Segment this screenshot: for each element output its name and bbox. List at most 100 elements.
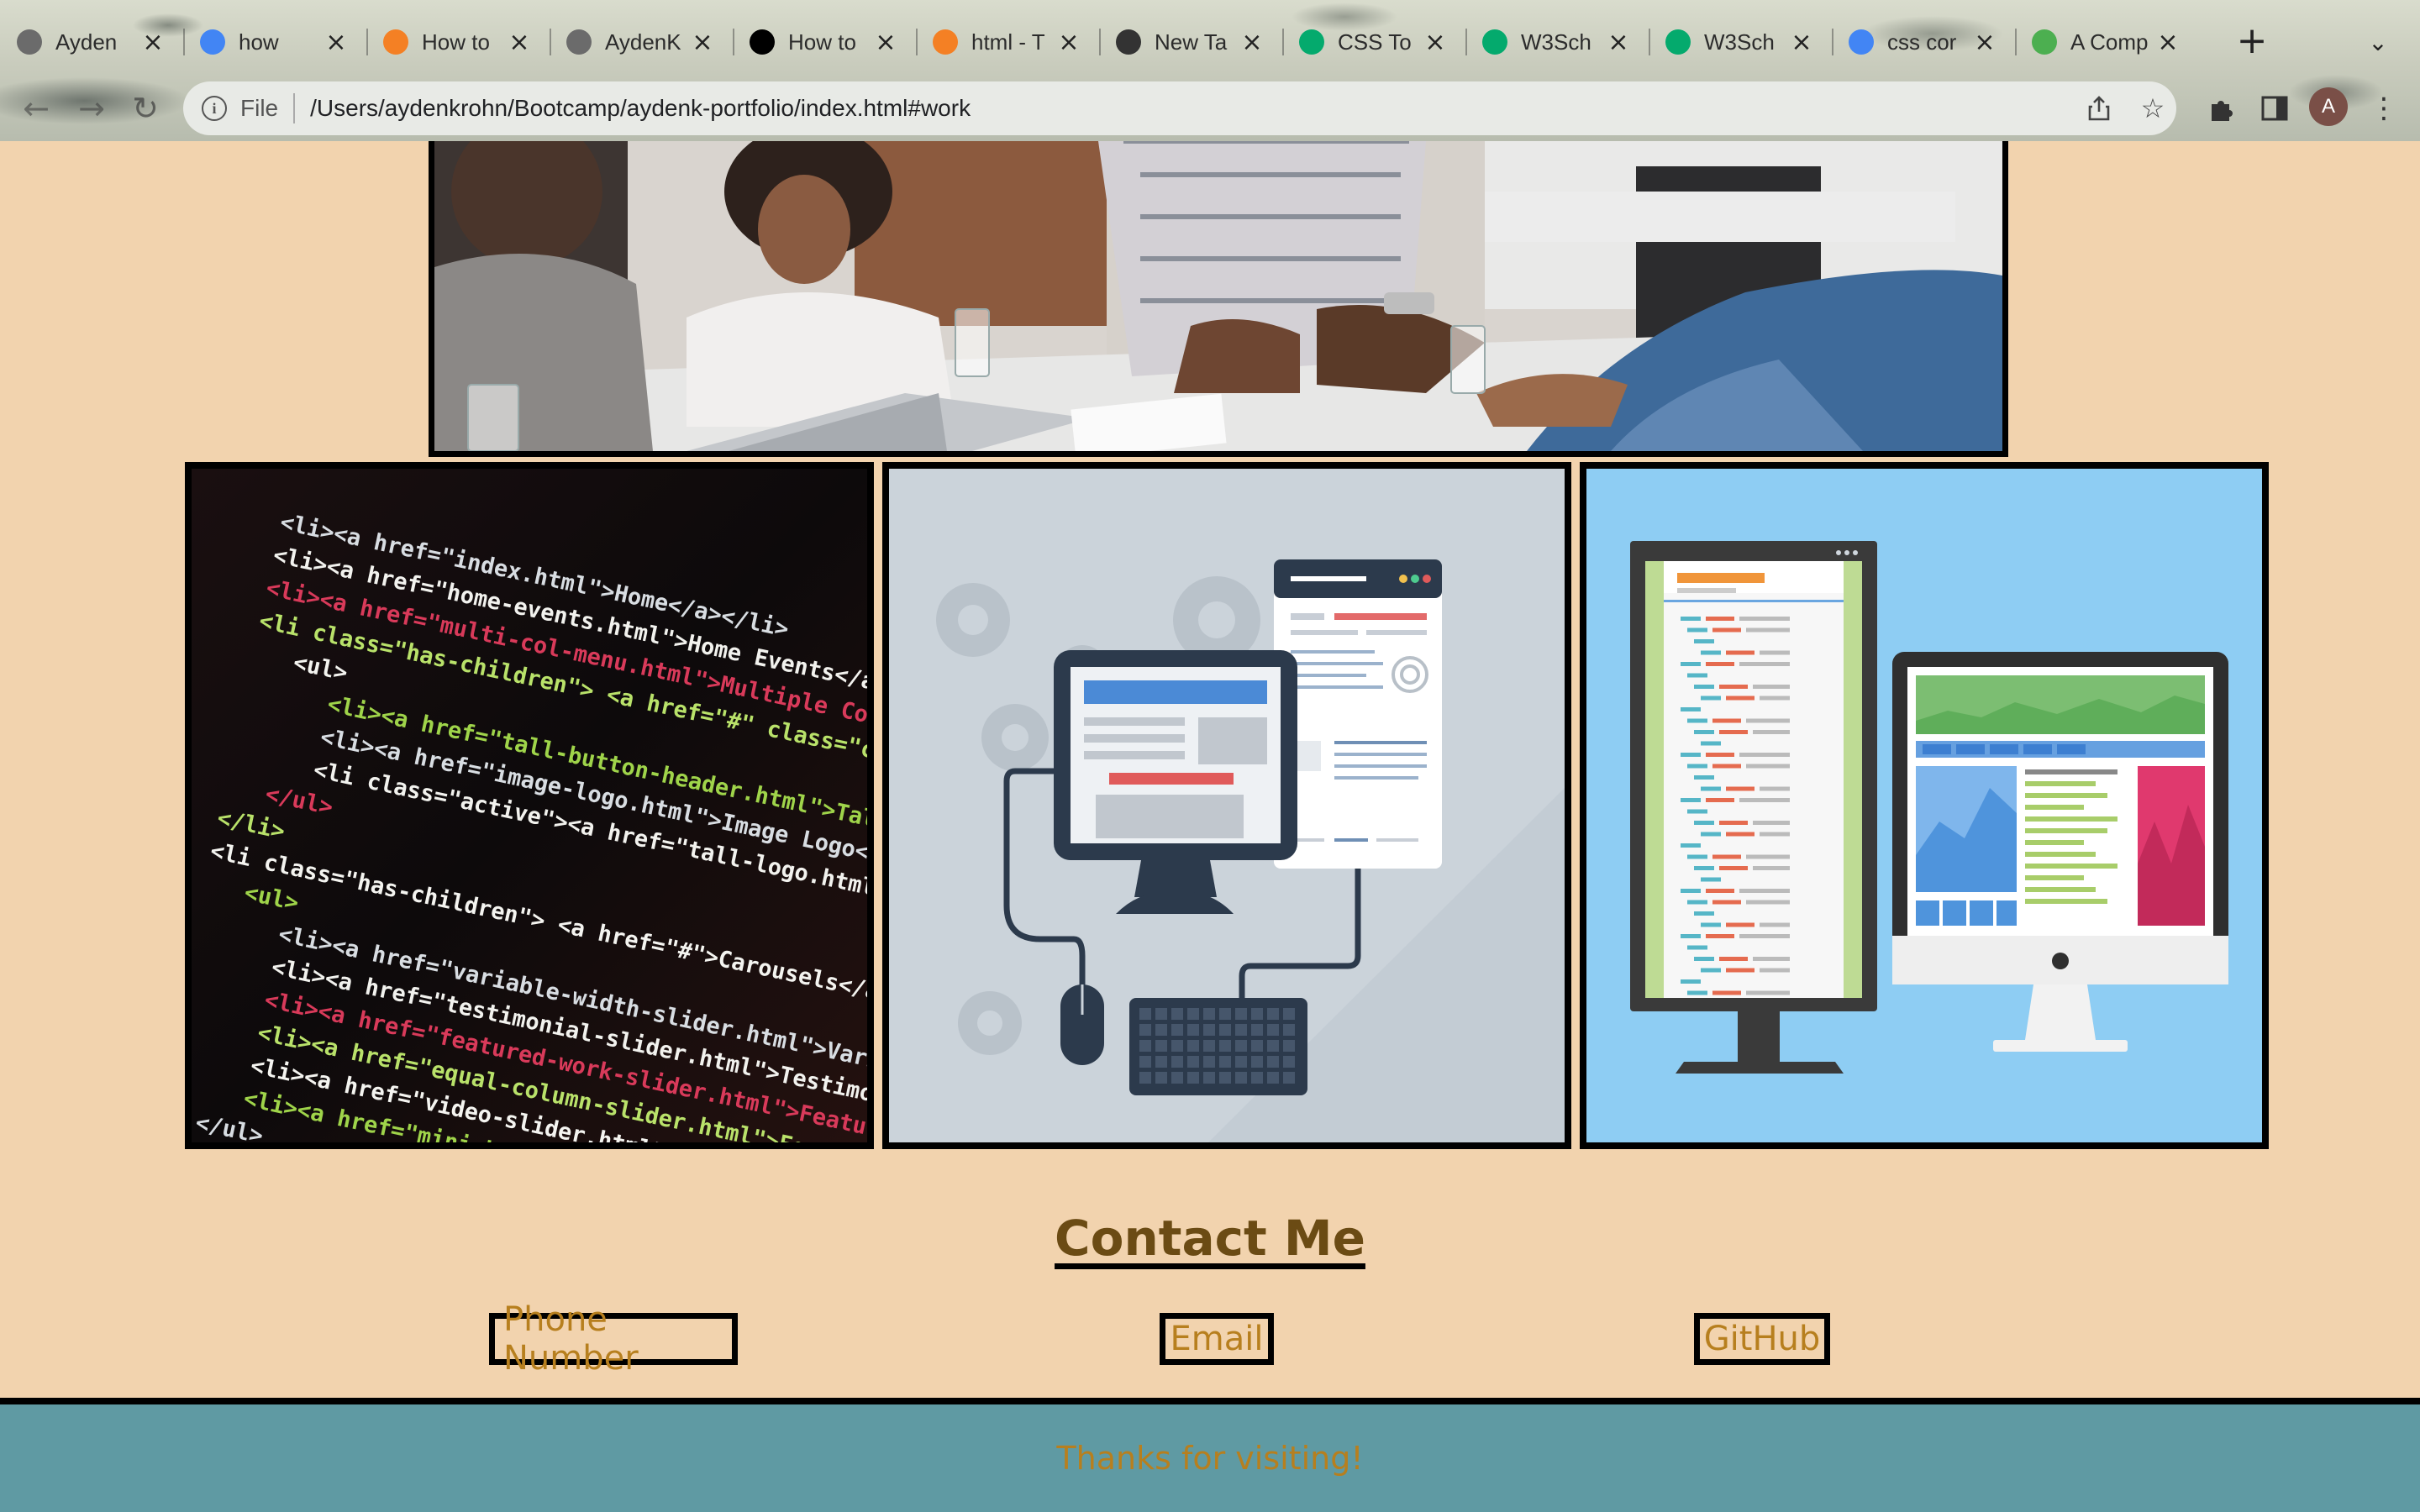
code-token <box>1701 832 1721 837</box>
code-token <box>1739 889 1790 893</box>
browser-tab-6[interactable]: New Ta × <box>1099 12 1282 72</box>
close-icon[interactable]: × <box>1420 27 1450 57</box>
code-token <box>1726 786 1754 791</box>
code-token <box>1726 650 1754 655</box>
tab-title: A Comp <box>2070 29 2149 55</box>
browser-tab-0[interactable]: Ayden × <box>0 12 183 72</box>
globe-icon <box>17 29 42 55</box>
keyboard-key <box>1219 1024 1231 1036</box>
email-link[interactable]: Email <box>1160 1313 1274 1365</box>
code-token <box>1739 934 1790 938</box>
code-token <box>1712 764 1741 769</box>
close-icon[interactable]: × <box>1786 27 1817 57</box>
close-icon[interactable]: × <box>321 27 351 57</box>
project-card-code[interactable]: <li><a href="index.html">Home</a></li> <l… <box>185 462 874 1149</box>
code-token <box>1687 900 1707 905</box>
keyboard-key <box>1203 1072 1215 1084</box>
tab-search-button[interactable]: ⌄ <box>2358 24 2398 60</box>
code-token <box>1746 764 1790 769</box>
code-token <box>1687 809 1707 814</box>
github-link[interactable]: GitHub <box>1694 1313 1830 1365</box>
browser-tab-5[interactable]: html - T × <box>916 12 1099 72</box>
code-token <box>1712 627 1741 633</box>
code-token <box>1706 934 1734 938</box>
project-card-monitors[interactable] <box>1580 462 2269 1149</box>
keyboard-key <box>1219 1008 1231 1020</box>
code-token <box>1694 775 1714 780</box>
project-card-computer[interactable] <box>882 462 1571 1149</box>
tab-title: Ayden <box>55 29 118 55</box>
address-bar[interactable]: i File /Users/aydenkrohn/Bootcamp/aydenk… <box>183 81 2176 135</box>
browser-tab-11[interactable]: A Comp × <box>2015 12 2198 72</box>
keyboard-key <box>1187 1024 1199 1036</box>
code-token <box>1739 617 1790 621</box>
back-button[interactable]: ← <box>13 86 59 131</box>
close-icon[interactable]: × <box>1054 27 1084 57</box>
keyboard-key <box>1235 1008 1247 1020</box>
text-line <box>2025 805 2084 810</box>
keyboard-key <box>1203 1040 1215 1052</box>
profile-avatar[interactable]: A <box>2309 87 2348 126</box>
browser-tab-7[interactable]: CSS To × <box>1282 12 1465 72</box>
share-icon[interactable] <box>2082 92 2116 125</box>
hero-image <box>429 141 2008 457</box>
keyboard-key <box>1267 1040 1279 1052</box>
keyboard-key <box>1283 1024 1295 1036</box>
code-token <box>1701 650 1721 655</box>
dev-icon <box>750 29 775 55</box>
browser-tab-2[interactable]: How to × <box>366 12 550 72</box>
text-line <box>2025 793 2107 798</box>
bookmark-star-icon[interactable]: ☆ <box>2136 92 2170 125</box>
code-token <box>1719 957 1748 961</box>
close-icon[interactable]: × <box>1603 27 1634 57</box>
reload-button[interactable]: ↻ <box>123 86 168 131</box>
code-token <box>1712 718 1741 723</box>
close-icon[interactable]: × <box>1970 27 2000 57</box>
contact-heading-text[interactable]: Contact Me <box>1055 1210 1365 1267</box>
code-token <box>1760 922 1790 927</box>
close-icon[interactable]: × <box>687 27 718 57</box>
project-gallery: <li><a href="index.html">Home</a></li> <l… <box>185 462 2269 1149</box>
close-icon[interactable]: × <box>504 27 534 57</box>
keyboard-key <box>1235 1024 1247 1036</box>
phone-number-link[interactable]: Phone Number <box>489 1300 738 1378</box>
text-line <box>2025 816 2118 822</box>
new-tab-button[interactable]: + <box>2232 19 2272 62</box>
text-line <box>2025 781 2096 786</box>
keyboard-key <box>1283 1040 1295 1052</box>
code-token <box>1694 911 1714 916</box>
keyboard-key <box>1235 1040 1247 1052</box>
browser-tab-4[interactable]: How to × <box>733 12 916 72</box>
code-token <box>1712 900 1741 905</box>
code-token <box>1746 990 1790 995</box>
w3schools-icon <box>1482 29 1507 55</box>
code-token <box>1753 866 1790 870</box>
code-token <box>1687 718 1707 723</box>
code-token <box>1726 832 1754 837</box>
code-token <box>1694 957 1714 961</box>
extensions-icon[interactable] <box>2200 87 2242 129</box>
more-menu-icon[interactable]: ⋮ <box>2363 87 2405 129</box>
keyboard-key <box>1235 1072 1247 1084</box>
browser-tab-3[interactable]: AydenK × <box>550 12 733 72</box>
side-panel-icon[interactable] <box>2254 87 2296 129</box>
code-token <box>1681 843 1701 848</box>
w3schools-icon <box>1665 29 1691 55</box>
browser-tab-9[interactable]: W3Sch × <box>1649 12 1832 72</box>
stackoverflow-icon <box>383 29 408 55</box>
info-icon[interactable]: i <box>202 96 227 121</box>
close-icon[interactable]: × <box>1237 27 1267 57</box>
url-text[interactable]: /Users/aydenkrohn/Bootcamp/aydenk-portfo… <box>310 95 971 122</box>
close-icon[interactable]: × <box>2153 27 2183 57</box>
browser-tab-1[interactable]: how × <box>183 12 366 72</box>
code-token <box>1694 639 1714 643</box>
footer-text: Thanks for visiting! <box>1056 1440 1364 1477</box>
close-icon[interactable]: × <box>138 27 168 57</box>
browser-tab-8[interactable]: W3Sch × <box>1465 12 1649 72</box>
text-line <box>2025 852 2096 857</box>
forward-button[interactable]: → <box>69 86 114 131</box>
browser-tab-10[interactable]: css cor × <box>1832 12 2015 72</box>
close-icon[interactable]: × <box>871 27 901 57</box>
code-token <box>1746 718 1790 723</box>
code-token <box>1746 854 1790 859</box>
